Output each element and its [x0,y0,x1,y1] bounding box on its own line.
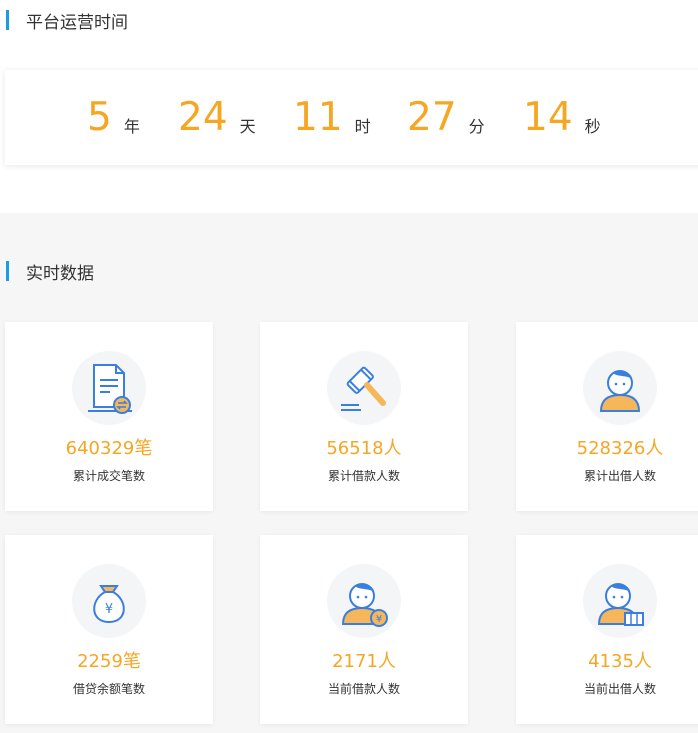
user-icon [599,370,641,412]
icon-circle [327,351,401,425]
timer-hours-value: 11 [293,95,343,140]
operation-timer-card: 5 年 24 天 11 时 27 分 14 秒 [5,70,698,165]
stat-label: 当前出借人数 [583,682,656,696]
user-yen-icon: ¥ [341,583,388,627]
realtime-data-area: 实时数据 640329笔 累计成交笔数 56518人 累计借款人数 528326… [0,213,698,733]
stat-label: 借贷余额笔数 [72,682,145,696]
timer-seconds-unit: 秒 [584,116,601,136]
stat-value: 2259笔 [77,651,141,672]
stat-value: 4135人 [588,651,652,672]
timer-years-unit: 年 [123,116,140,136]
timer-days-unit: 天 [239,116,256,136]
stat-card-current-lenders: 4135人 当前出借人数 [516,535,698,724]
timer-seconds: 14 秒 [523,70,601,165]
realtime-title: 实时数据 [26,263,94,284]
money-bag-icon: ¥ [93,585,125,624]
stat-label: 累计出借人数 [583,469,656,483]
gavel-icon [341,366,386,411]
operation-title: 平台运营时间 [26,12,128,33]
stat-card-current-borrowers: ¥ 2171人 当前借款人数 [260,535,468,724]
stat-value: 56518人 [326,438,402,459]
stat-card-total-lenders: 528326人 累计出借人数 [516,322,698,511]
timer-hours: 11 时 [293,70,371,165]
icon-circle [583,564,657,638]
timer-days: 24 天 [178,70,256,165]
icon-circle: ¥ [72,564,146,638]
stat-card-total-borrowers: 56518人 累计借款人数 [260,322,468,511]
section-accent-bar [6,10,9,30]
stat-value: 528326人 [576,438,664,459]
realtime-section-header: 实时数据 [6,260,94,284]
stat-card-outstanding-loans: ¥ 2259笔 借贷余额笔数 [5,535,213,724]
stat-label: 累计借款人数 [327,469,400,483]
stat-value: 640329笔 [65,438,153,459]
stat-label: 累计成交笔数 [72,469,145,483]
document-exchange-icon [88,364,132,414]
stat-value: 2171人 [332,651,396,672]
icon-circle: ¥ [327,564,401,638]
timer-seconds-value: 14 [523,95,573,140]
icon-circle [72,351,146,425]
timer-days-value: 24 [178,95,228,140]
svg-text:¥: ¥ [105,602,113,617]
timer-minutes-unit: 分 [468,116,485,136]
user-cash-icon [597,583,644,626]
timer-hours-unit: 时 [354,116,371,136]
operation-section-header: 平台运营时间 [6,9,128,33]
timer-years: 5 年 [87,70,140,165]
timer-years-value: 5 [87,95,112,140]
timer-minutes-value: 27 [407,95,457,140]
section-accent-bar [6,261,9,281]
stat-label: 当前借款人数 [327,682,400,696]
icon-circle [583,351,657,425]
timer-minutes: 27 分 [407,70,485,165]
stat-card-total-deals: 640329笔 累计成交笔数 [5,322,213,511]
svg-text:¥: ¥ [376,614,382,625]
